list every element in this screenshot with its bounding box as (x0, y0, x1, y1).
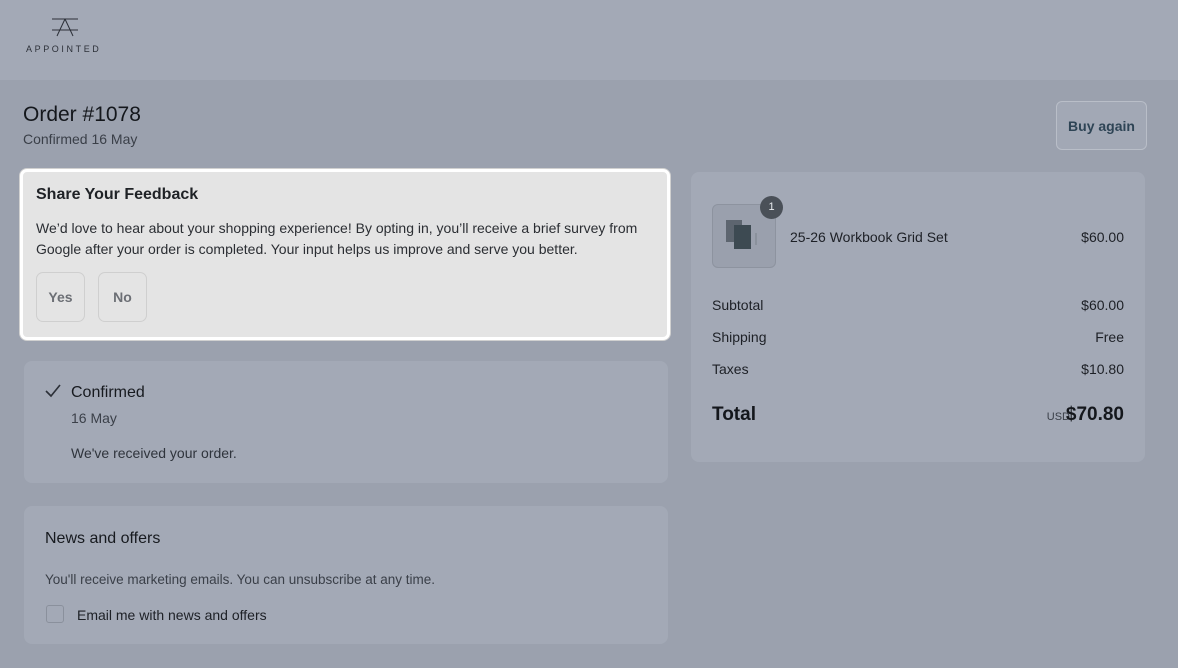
brand-logo[interactable]: APPOINTED (26, 16, 110, 58)
news-offers-card: News and offers You'll receive marketing… (24, 506, 668, 644)
status-message: We've received your order. (71, 445, 237, 461)
buy-again-button[interactable]: Buy again (1056, 101, 1147, 150)
total-value: $70.80 (1065, 404, 1124, 425)
check-icon (45, 384, 61, 398)
taxes-label: Taxes (712, 361, 749, 377)
site-header: APPOINTED (0, 0, 1178, 80)
status-title: Confirmed (71, 384, 145, 401)
subtotal-label: Subtotal (712, 297, 764, 313)
feedback-dialog: Share Your Feedback We’d love to hear ab… (20, 169, 670, 340)
taxes-value: $10.80 (1081, 361, 1124, 377)
email-opt-in-checkbox[interactable] (46, 605, 64, 623)
logo-text: APPOINTED (26, 44, 102, 54)
logo-mark-icon (52, 18, 78, 37)
feedback-body: We’d love to hear about your shopping ex… (36, 220, 638, 257)
news-title: News and offers (45, 530, 161, 547)
total-label: Total (712, 404, 756, 425)
email-opt-in-label[interactable]: Email me with news and offers (77, 607, 267, 623)
feedback-title: Share Your Feedback (36, 186, 199, 203)
shipping-label: Shipping (712, 329, 767, 345)
feedback-yes-button[interactable]: Yes (36, 272, 85, 322)
feedback-no-button[interactable]: No (98, 272, 147, 322)
status-date: 16 May (71, 410, 117, 426)
order-title: Order #1078 (23, 103, 141, 126)
shipping-value: Free (1095, 329, 1124, 345)
quantity-badge: 1 (760, 196, 783, 219)
order-summary-card: 1 25-26 Workbook Grid Set $60.00 Subtota… (691, 172, 1145, 462)
subtotal-value: $60.00 (1081, 297, 1124, 313)
product-image-icon (726, 220, 757, 249)
order-status-card: Confirmed 16 May We've received your ord… (24, 361, 668, 483)
product-name: 25-26 Workbook Grid Set (790, 229, 948, 245)
product-price: $60.00 (1081, 229, 1124, 245)
news-description: You'll receive marketing emails. You can… (45, 572, 436, 587)
order-subtitle: Confirmed 16 May (23, 131, 138, 147)
